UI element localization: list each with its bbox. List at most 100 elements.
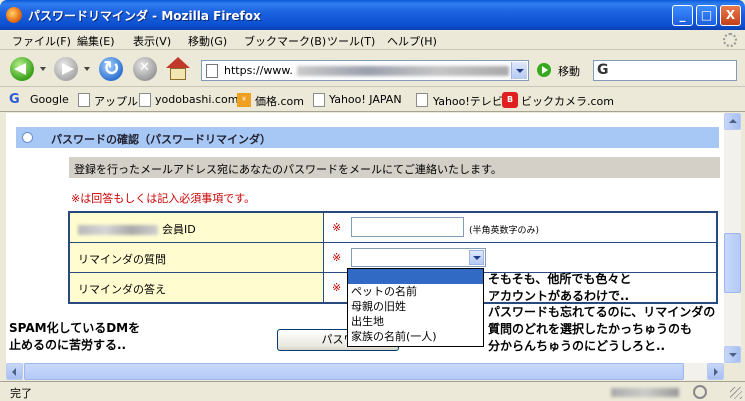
kakaku-icon: ¥: [237, 93, 251, 107]
close-button[interactable]: X: [720, 5, 741, 26]
annotation-line: パスワードも忘れてるのに、リマインダの: [488, 305, 716, 319]
home-icon-body: [170, 68, 186, 80]
firefox-icon: [6, 7, 22, 23]
member-id-hint: (半角英数字のみ): [469, 226, 540, 236]
back-history-chevron-icon[interactable]: [40, 67, 46, 71]
dropdown-option-blank[interactable]: [348, 269, 483, 284]
security-icon[interactable]: [693, 385, 707, 399]
home-button[interactable]: [166, 57, 190, 81]
bookmark-biccamera[interactable]: ビックカメラ.com: [521, 93, 614, 109]
answer-cell: リマインダの答え: [70, 273, 324, 302]
annotation-line: 分からんちゅうのにどうしろと..: [488, 339, 666, 353]
status-bar: 完了: [0, 381, 745, 401]
home-icon: [166, 57, 190, 68]
annotation-line: そもそも、他所でも色々と: [488, 272, 632, 286]
bookmarks-toolbar: G Google アップル yodobashi.com ¥ 価格.com Yah…: [0, 88, 745, 112]
menu-bookmarks[interactable]: ブックマーク(B): [244, 33, 326, 49]
menu-bar: ファイル(F) 編集(E) 表示(V) 移動(G) ブックマーク(B) ツール(…: [0, 30, 745, 50]
annotation-line: 質問のどれを選択したかっちゅうのも: [488, 322, 693, 336]
page-icon: [78, 93, 90, 107]
member-id-label: 会員ID: [162, 223, 196, 236]
navigation-toolbar: https://www. 移動 G: [0, 51, 745, 87]
status-text: 完了: [10, 387, 32, 400]
required-note: ※は回答もしくは記入必須事項です。: [71, 192, 256, 205]
menu-edit[interactable]: 編集(E): [77, 33, 115, 49]
go-button[interactable]: 移動: [558, 63, 580, 79]
forward-button[interactable]: [54, 57, 78, 81]
annotation-forgot-question: パスワードも忘れてるのに、リマインダの 質問のどれを選択したかっちゅうのも 分か…: [488, 304, 715, 355]
url-bar[interactable]: https://www.: [201, 60, 529, 81]
menu-tools[interactable]: ツール(T): [327, 33, 375, 49]
search-input[interactable]: G: [593, 60, 737, 81]
member-id-cell: 会員ID: [70, 213, 324, 242]
scroll-down-button[interactable]: [724, 346, 741, 363]
menu-file[interactable]: ファイル(F): [12, 33, 71, 49]
question-select[interactable]: [351, 248, 486, 267]
bookmark-yahoo-tv[interactable]: Yahoo!テレビ: [433, 93, 503, 109]
bookmark-apple[interactable]: アップル: [94, 93, 138, 109]
minimize-button[interactable]: _: [672, 5, 693, 26]
dropdown-option-pet[interactable]: ペットの名前: [348, 284, 483, 299]
menu-help[interactable]: ヘルプ(H): [387, 33, 437, 49]
menu-go[interactable]: 移動(G): [188, 33, 227, 49]
throbber-icon: [723, 33, 737, 47]
google-icon[interactable]: G: [597, 62, 609, 78]
dropdown-option-birthplace[interactable]: 出生地: [348, 314, 483, 329]
info-banner: 登録を行ったメールアドレス宛にあなたのパスワードをメールにてご連絡いたします。: [69, 157, 720, 178]
bookmark-google[interactable]: Google: [30, 93, 69, 106]
question-cell: リマインダの質問: [70, 243, 324, 272]
dropdown-option-family[interactable]: 家族の名前(一人): [348, 329, 483, 344]
resize-grip[interactable]: [730, 387, 742, 399]
chevron-down-icon[interactable]: [469, 250, 484, 265]
scroll-left-button[interactable]: [6, 363, 23, 380]
annotation-accounts: そもそも、他所でも色々と アカウントがあるわけで..: [488, 271, 631, 305]
page-icon: [313, 93, 325, 107]
question-dropdown-list[interactable]: ペットの名前 母親の旧姓 出生地 家族の名前(一人): [347, 268, 484, 347]
page-icon: [139, 93, 151, 107]
annotation-line: アカウントがあるわけで..: [488, 289, 630, 303]
required-mark: ※: [332, 251, 342, 264]
stop-button[interactable]: [133, 57, 157, 81]
section-title: パスワードの確認（パスワードリマインダ）: [51, 133, 271, 146]
scroll-up-button[interactable]: [724, 113, 741, 130]
answer-label: リマインダの答え: [78, 283, 166, 296]
annotation-line: SPAM化しているDMを: [9, 321, 141, 335]
question-label: リマインダの質問: [78, 253, 166, 266]
vertical-scrollbar[interactable]: [724, 113, 741, 363]
redacted-site-name: [78, 225, 158, 235]
go-icon[interactable]: [537, 63, 551, 77]
member-id-input[interactable]: [351, 217, 464, 237]
back-button[interactable]: [10, 57, 34, 81]
annotation-spam: SPAM化しているDMを 止めるのに苦労する..: [9, 320, 140, 354]
horizontal-scroll-thumb[interactable]: [24, 363, 684, 380]
bookmark-yodobashi[interactable]: yodobashi.com: [155, 93, 238, 106]
biccamera-icon: B: [502, 92, 518, 108]
reload-button[interactable]: [99, 56, 123, 81]
horizontal-scrollbar[interactable]: [6, 363, 724, 380]
member-id-label-wrap: 会員ID: [78, 221, 196, 237]
required-mark: ※: [332, 281, 342, 294]
section-header: パスワードの確認（パスワードリマインダ）: [16, 127, 719, 148]
bookmark-yahoo-japan[interactable]: Yahoo! JAPAN: [329, 93, 402, 106]
url-history-dropdown[interactable]: [511, 62, 527, 79]
page-icon: [206, 64, 218, 78]
scroll-right-button[interactable]: [707, 363, 724, 380]
status-redacted: [611, 388, 679, 397]
form-row-member-id: 会員ID ※ (半角英数字のみ): [70, 213, 716, 243]
info-text: 登録を行ったメールアドレス宛にあなたのパスワードをメールにてご連絡いたします。: [74, 163, 502, 176]
url-redacted: [297, 66, 509, 76]
bullet-icon: [22, 132, 33, 143]
required-mark: ※: [332, 221, 342, 234]
url-text: https://www.: [224, 64, 293, 77]
title-bar: パスワードリマインダ - Mozilla Firefox _ □ X: [0, 0, 745, 30]
maximize-button[interactable]: □: [696, 5, 717, 26]
window-title: パスワードリマインダ - Mozilla Firefox: [28, 9, 261, 23]
forward-history-chevron-icon[interactable]: [84, 67, 90, 71]
google-icon: G: [9, 92, 20, 107]
dropdown-option-mother-maiden[interactable]: 母親の旧姓: [348, 299, 483, 314]
bookmark-kakaku[interactable]: 価格.com: [255, 93, 304, 109]
page-icon: [416, 93, 428, 107]
annotation-line: 止めるのに苦労する..: [9, 338, 127, 352]
menu-view[interactable]: 表示(V): [133, 33, 171, 49]
scroll-thumb[interactable]: [724, 233, 741, 293]
